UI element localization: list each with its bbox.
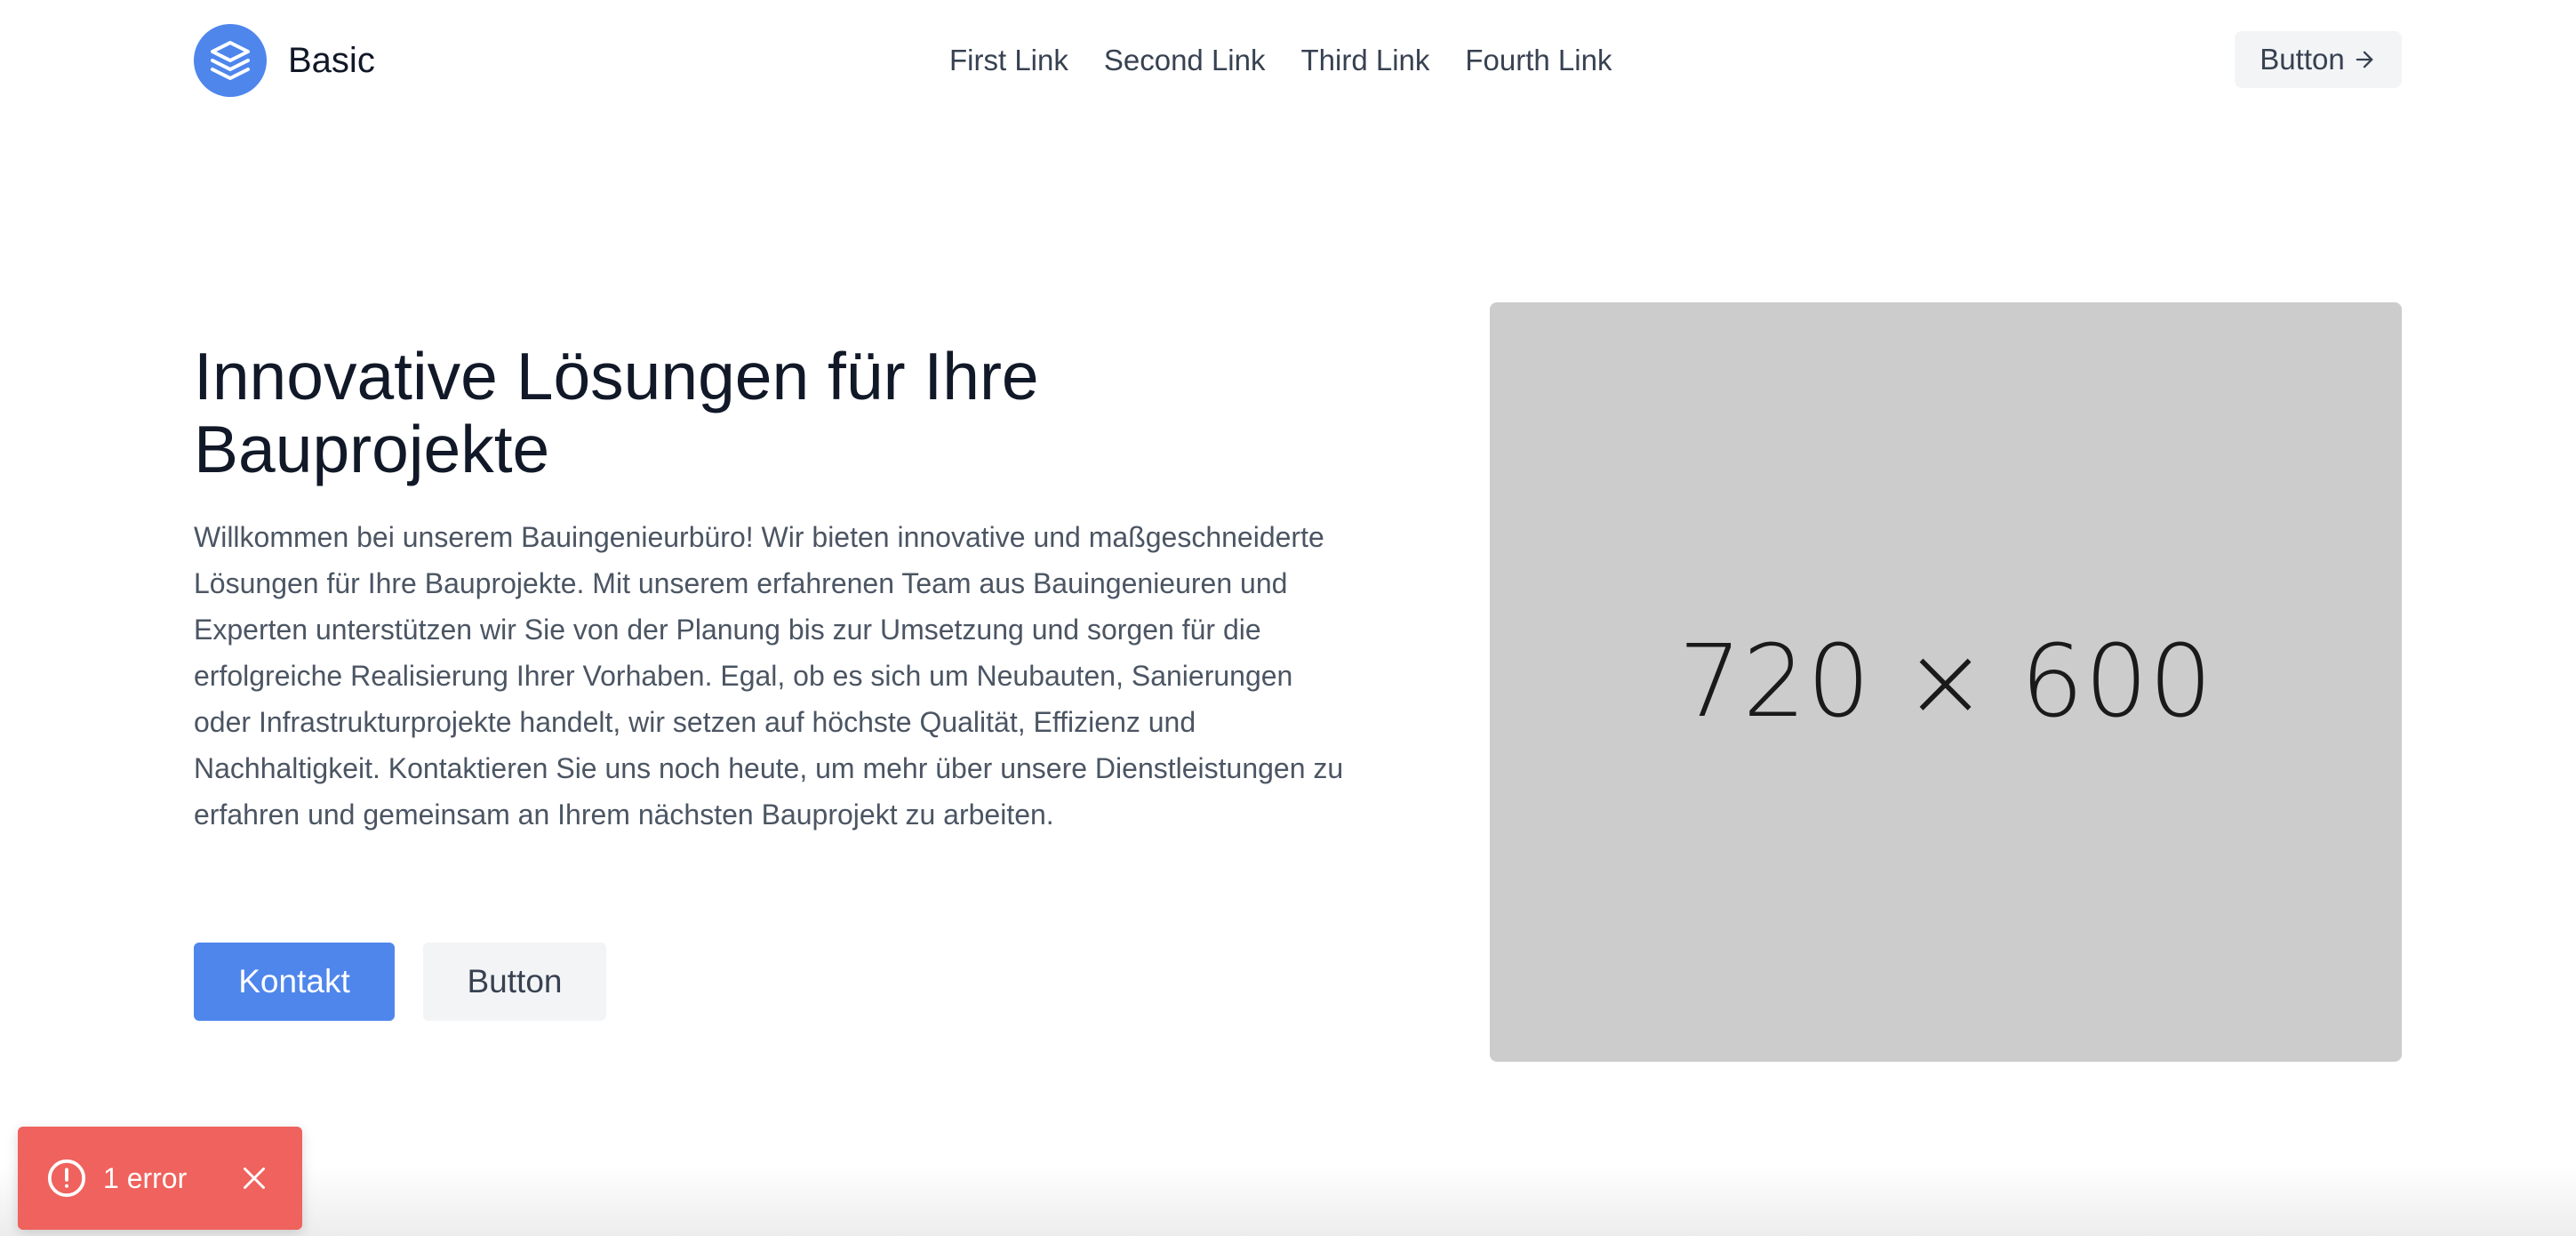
site-header: Basic First Link Second Link Third Link … [0,0,2576,121]
nav-link-fourth[interactable]: Fourth Link [1465,44,1612,77]
hero-image-label: 720 × 600 [1678,624,2213,740]
bottom-shade [0,1165,2576,1236]
header-button[interactable]: Button [2235,31,2402,88]
secondary-button[interactable]: Button [423,943,606,1021]
arrow-right-icon [2352,47,2377,72]
error-count-text: 1 error [103,1161,188,1194]
nav-link-third[interactable]: Third Link [1301,44,1430,77]
error-toast[interactable]: 1 error [18,1127,302,1230]
contact-button[interactable]: Kontakt [194,943,395,1021]
brand-link[interactable]: Basic [194,24,375,97]
hero-image-placeholder: 720 × 600 [1490,302,2402,1062]
header-button-label: Button [2260,43,2345,76]
alert-circle-icon [46,1158,87,1199]
main-nav: First Link Second Link Third Link Fourth… [949,36,1612,85]
close-toast-button[interactable] [236,1160,272,1196]
brand-name: Basic [288,40,375,80]
layers-icon [194,24,267,97]
hero-text: Willkommen bei unserem Bauingenieurbüro!… [194,521,1344,831]
close-icon [238,1162,270,1194]
nav-link-first[interactable]: First Link [949,44,1068,77]
hero-title: Innovative Lösungen für Ihre Bauprojekte [194,339,1039,486]
nav-link-second[interactable]: Second Link [1104,44,1266,77]
